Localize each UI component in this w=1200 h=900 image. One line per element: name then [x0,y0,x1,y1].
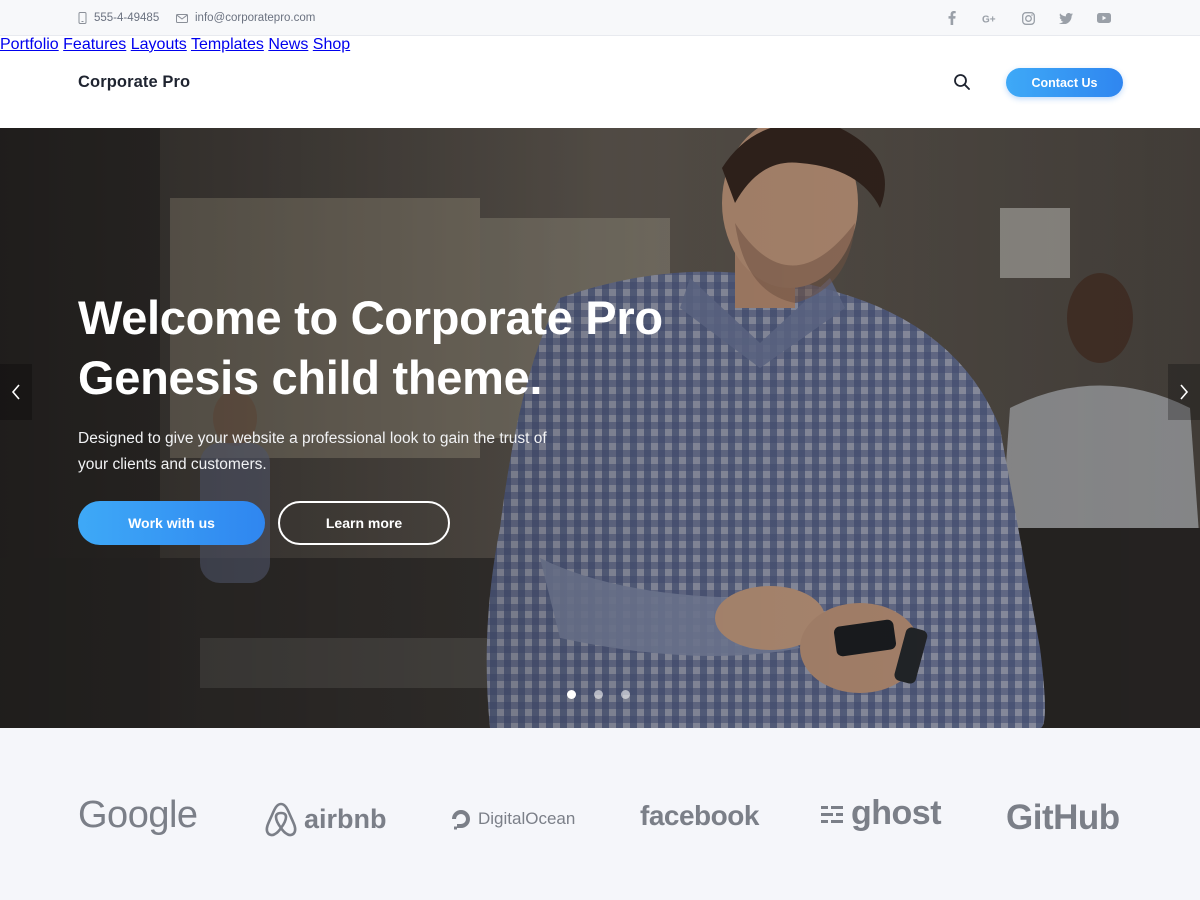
slider-pagination [567,690,630,699]
ghost-wordmark: ghost [851,794,942,832]
hero-title-line-1: Welcome to Corporate Pro [78,291,663,344]
hero-title-line-2: Genesis child theme. [78,351,543,404]
hero-subtitle: Designed to give your website a professi… [78,430,547,473]
email-contact[interactable]: info@corporatepro.com [176,0,315,36]
github-wordmark: GitHub [1006,798,1120,837]
facebook-icon[interactable] [944,10,960,26]
ghost-logo: ghost [821,794,942,833]
site-logo[interactable]: Corporate Pro [78,36,190,128]
slider-dot-1[interactable] [567,690,576,699]
instagram-icon[interactable] [1020,10,1036,26]
phone-contact[interactable]: 555-4-49485 [78,0,159,36]
search-icon[interactable] [953,73,971,91]
work-with-us-button[interactable]: Work with us [78,501,265,545]
nav-templates[interactable]: Templates [191,36,264,53]
facebook-logo: facebook [640,800,759,832]
ghost-icon [821,805,843,823]
slider-next-arrow[interactable] [1168,364,1200,420]
digitalocean-icon [452,810,470,830]
youtube-icon[interactable] [1096,10,1112,26]
airbnb-logo: airbnb [264,800,387,838]
slider-dot-2[interactable] [594,690,603,699]
nav-shop[interactable]: Shop [313,36,350,53]
google-plus-icon[interactable]: G+ [982,10,998,26]
nav-news[interactable]: News [268,36,308,53]
chevron-left-icon [11,384,20,400]
chevron-right-icon [1180,384,1189,400]
hero-title: Welcome to Corporate Pro Genesis child t… [78,288,738,408]
google-wordmark: Google [78,794,198,836]
envelope-icon [176,13,188,23]
google-logo: Google [78,794,198,837]
nav-portfolio[interactable]: Portfolio [0,36,59,53]
digitalocean-wordmark: DigitalOcean [478,809,576,828]
twitter-icon[interactable] [1058,10,1074,26]
phone-number: 555-4-49485 [94,12,160,24]
slider-prev-arrow[interactable] [0,364,32,420]
svg-text:G+: G+ [982,14,996,24]
site-header: Corporate Pro Portfolio Features Layouts… [0,36,1200,128]
email-address: info@corporatepro.com [195,12,316,24]
facebook-wordmark: facebook [640,800,759,831]
top-bar: 555-4-49485 info@corporatepro.com G+ [0,0,1200,36]
social-links: G+ [944,0,1112,36]
github-logo: GitHub [1006,798,1120,838]
contact-us-button[interactable]: Contact Us [1006,68,1123,97]
learn-more-button[interactable]: Learn more [278,501,450,545]
slider-dot-3[interactable] [621,690,630,699]
client-logos: Google airbnb DigitalOcean facebook ghos… [0,728,1200,900]
phone-icon [78,12,87,24]
digitalocean-logo: DigitalOcean [450,808,575,830]
airbnb-wordmark: airbnb [304,803,387,834]
hero-slider: Welcome to Corporate Pro Genesis child t… [0,128,1200,728]
airbnb-icon [265,802,297,837]
